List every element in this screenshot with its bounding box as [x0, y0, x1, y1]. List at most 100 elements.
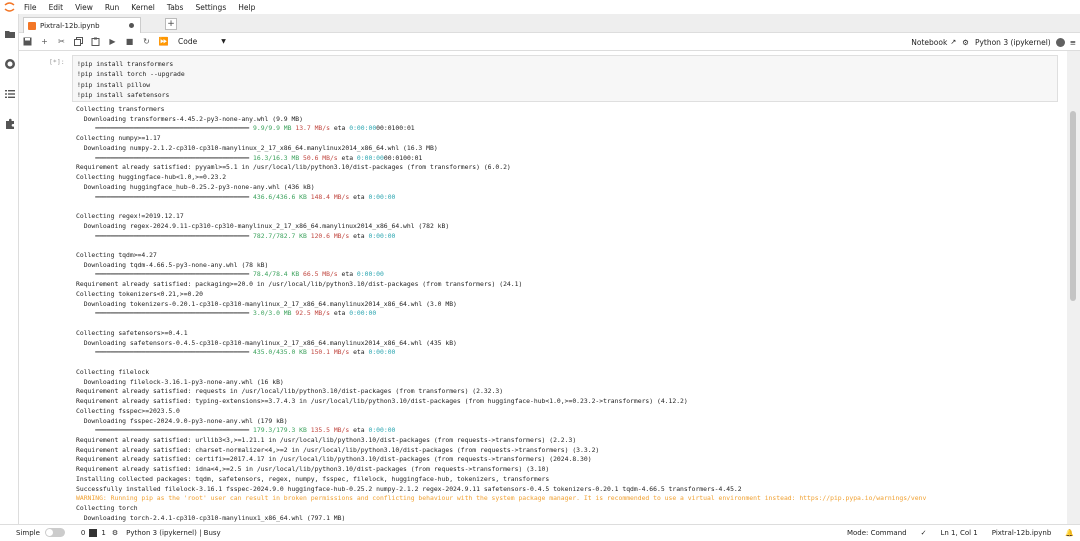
output-segment: Requirement already satisfied: pyyaml>=5… — [76, 163, 511, 171]
output-line: ━━━━━━━━━━━━━━━━━━━━━━━━━━━━━━━━━━━━━━━━… — [76, 232, 1066, 242]
menu-tabs[interactable]: Tabs — [161, 3, 190, 12]
running-icon[interactable] — [4, 55, 16, 67]
output-segment: 135.5 MB/s — [311, 426, 349, 434]
left-sidebar — [0, 14, 19, 524]
menu-run[interactable]: Run — [99, 3, 125, 12]
menu-kernel[interactable]: Kernel — [125, 3, 161, 12]
chevron-down-icon: ▼ — [221, 38, 226, 45]
gear-icon[interactable]: ⚙ — [962, 38, 969, 47]
output-segment: ━━━━━━━━━━━━━━━━━━━━━━━━━━━━━━━━━━━━━━━━ — [76, 193, 253, 201]
output-segment: eta — [349, 232, 368, 240]
run-icon[interactable]: ▶ — [104, 35, 121, 49]
menu-view[interactable]: View — [69, 3, 99, 12]
output-segment: Requirement already satisfied: urllib3<3… — [76, 436, 576, 444]
output-segment: Collecting filelock — [76, 368, 149, 376]
jupyter-logo-icon — [0, 0, 18, 14]
output-segment: Requirement already satisfied: charset-n… — [76, 446, 599, 454]
output-segment: Collecting tokenizers<0.21,>=0.20 — [76, 290, 203, 298]
code-source[interactable]: !pip install transformers !pip install t… — [77, 59, 1053, 100]
folder-icon[interactable] — [4, 25, 16, 37]
output-segment: Collecting safetensors>=0.4.1 — [76, 329, 188, 337]
terminal-count: 0 — [81, 529, 85, 537]
output-segment: Collecting tqdm>=4.27 — [76, 251, 157, 259]
output-segment: ━━━━━━━━━━━━━━━━━━━━━━━━━━━━━━━━━━━━━━━━ — [76, 309, 253, 317]
stop-icon[interactable]: ■ — [121, 35, 138, 49]
scrollbar[interactable] — [1067, 51, 1080, 524]
output-line: Collecting tokenizers<0.21,>=0.20 — [76, 290, 1066, 300]
cut-icon[interactable]: ✂ — [53, 35, 70, 49]
code-cell-input[interactable]: !pip install transformers !pip install t… — [72, 55, 1058, 102]
output-line: Downloading regex-2024.9.11-cp310-cp310-… — [76, 222, 1066, 232]
output-line — [76, 241, 1066, 251]
output-segment: 00:0100:01 — [376, 124, 414, 132]
output-segment: 0:00:00 — [368, 232, 395, 240]
output-line: Requirement already satisfied: certifi>=… — [76, 455, 1066, 465]
output-segment: 92.5 MB/s — [295, 309, 330, 317]
output-segment: Downloading safetensors-0.4.5-cp310-cp31… — [76, 339, 457, 347]
menubar: File Edit View Run Kernel Tabs Settings … — [0, 0, 1080, 14]
output-segment: eta — [349, 426, 368, 434]
output-line: Downloading numpy-2.1.2-cp310-cp310-many… — [76, 144, 1066, 154]
output-segment: eta — [349, 193, 368, 201]
restart-icon[interactable]: ↻ — [138, 35, 155, 49]
output-line: Successfully installed filelock-3.16.1 f… — [76, 485, 1066, 495]
output-segment: 78.4/78.4 KB — [253, 270, 299, 278]
menu-settings[interactable]: Settings — [189, 3, 232, 12]
output-line: Requirement already satisfied: typing-ex… — [76, 397, 1066, 407]
cell-type-select[interactable]: Code ▼ — [178, 37, 226, 46]
menu-lines-icon[interactable]: ≡ — [1070, 38, 1076, 47]
new-tab-button[interactable]: + — [165, 18, 177, 30]
output-segment: 0:00:00 — [368, 426, 395, 434]
settings-icon[interactable]: ⚙ — [112, 529, 118, 537]
kernel-busy-icon — [1056, 38, 1065, 47]
tab-notebook[interactable]: Pixtral-12b.ipynb — [23, 17, 141, 33]
scrollbar-thumb[interactable] — [1070, 111, 1076, 301]
output-line: Downloading fsspec-2024.9.0-py3-none-any… — [76, 417, 1066, 427]
output-segment: eta — [338, 270, 357, 278]
output-line: Installing collected packages: tqdm, saf… — [76, 475, 1066, 485]
kernel-name[interactable]: Python 3 (ipykernel) — [975, 38, 1051, 47]
output-line: Collecting regex!=2019.12.17 — [76, 212, 1066, 222]
output-segment: Downloading tqdm-4.66.5-py3-none-any.whl… — [76, 261, 268, 269]
output-segment: Collecting regex!=2019.12.17 — [76, 212, 184, 220]
output-segment: 435.0/435.0 KB — [253, 348, 307, 356]
unsaved-dot-icon[interactable] — [129, 23, 134, 28]
output-segment: Collecting fsspec>=2023.5.0 — [76, 407, 180, 415]
output-segment: 0:00:00 — [357, 270, 384, 278]
output-line: Collecting huggingface-hub<1.0,>=0.23.2 — [76, 173, 1066, 183]
output-segment: ━━━━━━━━━━━━━━━━━━━━━━━━━━━━━━━━━━━━━━━━ — [76, 426, 253, 434]
save-icon[interactable] — [19, 35, 36, 49]
notebook-view-button[interactable]: Notebook — [911, 38, 947, 47]
menu-help[interactable]: Help — [232, 3, 261, 12]
fast-forward-icon[interactable]: ⏩ — [155, 35, 172, 49]
output-line: ━━━━━━━━━━━━━━━━━━━━━━━━━━━━━━━━━━━━━━━━… — [76, 270, 1066, 280]
notebook-icon — [28, 22, 36, 30]
output-line: Collecting filelock — [76, 368, 1066, 378]
paste-icon[interactable] — [87, 35, 104, 49]
output-segment: 9.9/9.9 MB — [253, 124, 291, 132]
output-line: ━━━━━━━━━━━━━━━━━━━━━━━━━━━━━━━━━━━━━━━━… — [76, 193, 1066, 203]
bell-icon[interactable]: 🔔 — [1065, 529, 1074, 537]
external-link-icon[interactable]: ↗ — [950, 38, 956, 46]
menu-file[interactable]: File — [18, 3, 43, 12]
output-line: Downloading torch-2.4.1-cp310-cp310-many… — [76, 514, 1066, 524]
cursor-position[interactable]: Ln 1, Col 1 — [940, 529, 977, 537]
tab-bar: Pixtral-12b.ipynb + — [19, 14, 1080, 33]
output-line: Collecting transformers — [76, 105, 1066, 115]
output-line: ━━━━━━━━━━━━━━━━━━━━━━━━━━━━━━━━━━━━━━━━… — [76, 348, 1066, 358]
extension-puzzle-icon[interactable] — [4, 115, 16, 127]
output-segment: Collecting torch — [76, 504, 138, 512]
output-segment: 16.3/16.3 MB — [253, 154, 299, 162]
copy-icon[interactable] — [70, 35, 87, 49]
kernel-status[interactable]: Python 3 (ipykernel) | Busy — [126, 529, 221, 537]
output-segment: ━━━━━━━━━━━━━━━━━━━━━━━━━━━━━━━━━━━━━━━━ — [76, 124, 253, 132]
output-segment: Successfully installed filelock-3.16.1 f… — [76, 485, 742, 493]
simple-mode-toggle[interactable] — [45, 528, 65, 537]
add-cell-icon[interactable]: + — [36, 35, 53, 49]
toolbar-right: Notebook ↗ ⚙ Python 3 (ipykernel) ≡ — [911, 33, 1080, 51]
output-segment: 0:00:00 — [349, 124, 376, 132]
kernel-count: 1 — [101, 529, 105, 537]
table-of-contents-icon[interactable] — [4, 85, 16, 97]
output-line — [76, 358, 1066, 368]
menu-edit[interactable]: Edit — [43, 3, 70, 12]
